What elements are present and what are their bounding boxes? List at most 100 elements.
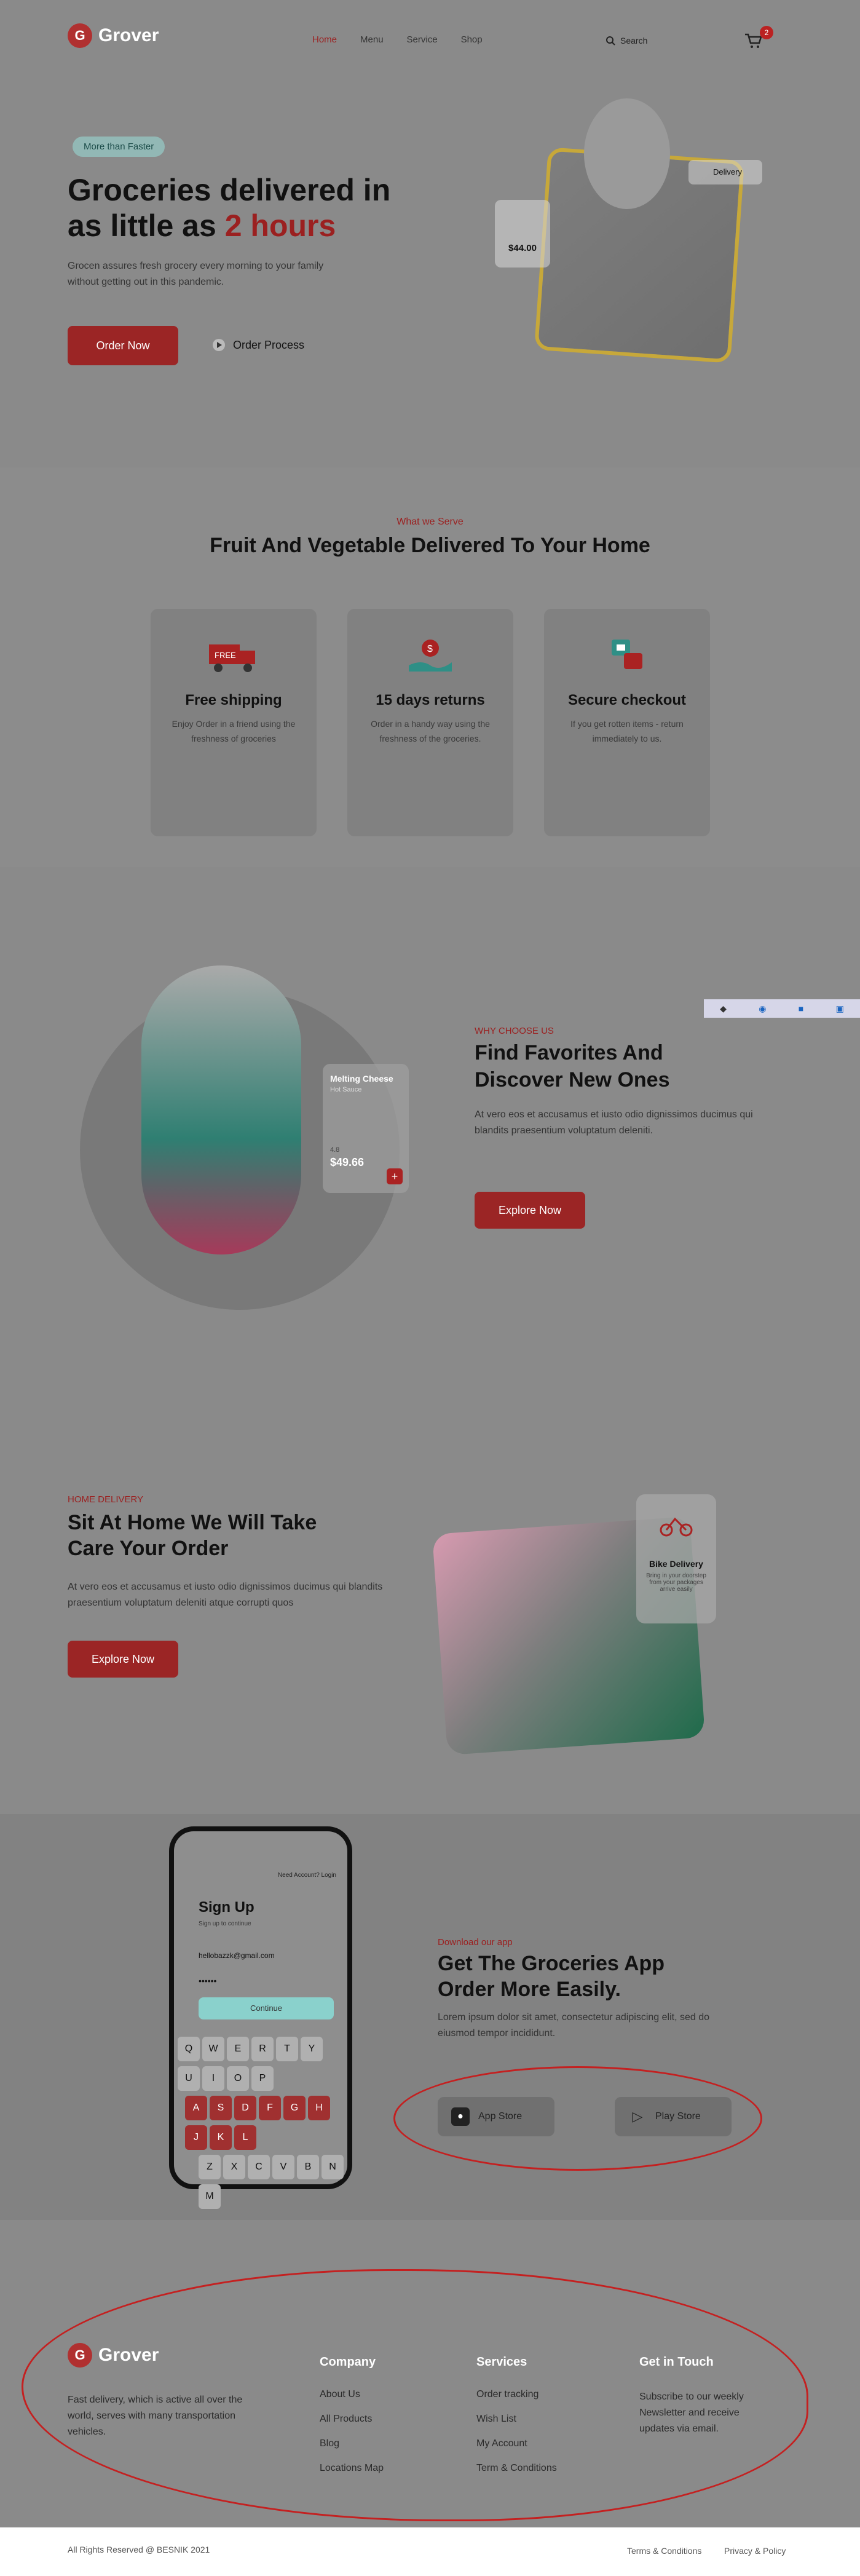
- truck-icon: FREE: [209, 644, 255, 672]
- app-description: Lorem ipsum dolor sit amet, consectetur …: [438, 2012, 709, 2039]
- product-sub: Hot Sauce: [330, 1086, 362, 1093]
- delivery-badge: Delivery: [688, 160, 762, 184]
- service-card-text: If you get rotten items - return immedia…: [570, 719, 684, 743]
- keyboard-key[interactable]: J: [185, 2125, 207, 2150]
- hero-title-line1: Groceries delivered in: [68, 173, 391, 207]
- app-section: Sign Up Need Account? Login Sign up to c…: [0, 1814, 860, 2220]
- keyboard-key[interactable]: A: [185, 2096, 207, 2120]
- keyboard-key[interactable]: T: [276, 2037, 298, 2061]
- nav-service[interactable]: Service: [407, 34, 438, 45]
- lock-icon[interactable]: ■: [799, 1004, 803, 1013]
- phone-subtitle: Sign up to continue: [199, 1920, 251, 1927]
- service-card-text: Enjoy Order in a friend using the freshn…: [172, 719, 296, 743]
- phone-login-link[interactable]: Need Account? Login: [278, 1872, 336, 1879]
- chef-image: [584, 98, 670, 209]
- search-icon: [606, 36, 615, 46]
- home-explore-button[interactable]: Explore Now: [68, 1641, 178, 1678]
- service-card-text: Order in a handy way using the freshness…: [371, 719, 490, 743]
- keyboard-key[interactable]: F: [259, 2096, 281, 2120]
- keyboard-row-1: Q W E R T Y U I O P: [176, 2034, 346, 2093]
- keyboard-key[interactable]: Z: [199, 2155, 221, 2179]
- favorites-title-line2: Discover New Ones: [475, 1068, 670, 1092]
- services-eyebrow: What we Serve: [396, 517, 464, 527]
- order-process-link[interactable]: Order Process: [212, 338, 304, 352]
- secure-checkout-icon: [612, 640, 642, 669]
- keyboard-key[interactable]: B: [297, 2155, 319, 2179]
- keyboard-key[interactable]: K: [210, 2125, 232, 2150]
- money-hand-icon: $: [409, 640, 452, 672]
- nav-home[interactable]: Home: [312, 34, 337, 45]
- service-card-title: 15 days returns: [376, 692, 485, 708]
- keyboard-key[interactable]: G: [283, 2096, 306, 2120]
- keyboard-key[interactable]: N: [322, 2155, 344, 2179]
- search-label: Search: [620, 36, 648, 46]
- favorites-title-line1: Find Favorites And: [475, 1041, 663, 1064]
- app-title-line2: Order More Easily.: [438, 1978, 621, 2001]
- keyboard-key[interactable]: L: [234, 2125, 256, 2150]
- keyboard-row-2: A S D F G H J K L: [176, 2093, 346, 2152]
- keyboard-key[interactable]: X: [223, 2155, 245, 2179]
- hero-title: Groceries delivered in as little as 2 ho…: [68, 172, 449, 244]
- order-now-button[interactable]: Order Now: [68, 326, 178, 365]
- nav-menu[interactable]: Menu: [360, 34, 384, 45]
- phone-email-field[interactable]: hellobazzk@gmail.com: [199, 1951, 275, 1960]
- keyboard-key[interactable]: P: [251, 2066, 274, 2091]
- annotation-circle: [393, 2066, 762, 2171]
- keyboard-key[interactable]: H: [308, 2096, 330, 2120]
- home-title-line1: Sit At Home We Will Take: [68, 1511, 317, 1534]
- play-icon: [213, 339, 225, 351]
- logo-text: Grover: [98, 25, 159, 46]
- product-rating: 4.8: [330, 1146, 340, 1154]
- add-to-cart-button[interactable]: +: [387, 1168, 403, 1184]
- keyboard-key[interactable]: U: [178, 2066, 200, 2091]
- keyboard-key[interactable]: D: [234, 2096, 256, 2120]
- keyboard-key[interactable]: R: [251, 2037, 274, 2061]
- service-card-checkout: Secure checkout If you get rotten items …: [544, 609, 710, 836]
- keyboard-key[interactable]: Q: [178, 2037, 200, 2061]
- footer-bottom-bar: All Rights Reserved @ BESNIK 2021 Terms …: [0, 2527, 860, 2576]
- keyboard-key[interactable]: V: [272, 2155, 294, 2179]
- delivery-badge-label: Delivery: [713, 167, 742, 176]
- favorites-title: Find Favorites And Discover New Ones: [475, 1039, 669, 1093]
- keyboard-key[interactable]: M: [199, 2184, 221, 2209]
- cart-button[interactable]: 2: [744, 26, 773, 53]
- privacy-link[interactable]: Privacy & Policy: [724, 2546, 786, 2556]
- bike-title: Bike Delivery: [649, 1559, 703, 1569]
- eye-icon[interactable]: ◉: [759, 1004, 766, 1014]
- bike-icon: [660, 1517, 693, 1537]
- keyboard-key[interactable]: W: [202, 2037, 224, 2061]
- keyboard-key[interactable]: Y: [301, 2037, 323, 2061]
- keyboard-key[interactable]: I: [202, 2066, 224, 2091]
- keyboard-key[interactable]: C: [248, 2155, 270, 2179]
- phone-keyboard: Q W E R T Y U I O P A S D F G H J K L Z X C V B N M: [176, 2034, 346, 2211]
- keyboard-key[interactable]: E: [227, 2037, 249, 2061]
- search-button[interactable]: Search: [606, 36, 647, 46]
- hero-description: Grocen assures fresh grocery every morni…: [68, 261, 324, 287]
- hero-title-line2: as little as 2 hours: [68, 208, 449, 244]
- nav-shop[interactable]: Shop: [461, 34, 483, 45]
- svg-text:$: $: [427, 644, 433, 654]
- hero-title-prefix: as little as: [68, 208, 225, 243]
- home-title-line2: Care Your Order: [68, 1537, 229, 1560]
- keyboard-key[interactable]: O: [227, 2066, 249, 2091]
- terms-link[interactable]: Terms & Conditions: [627, 2546, 701, 2556]
- home-delivery-section: HOME DELIVERY Sit At Home We Will Take C…: [0, 1384, 860, 1765]
- diamond-icon[interactable]: ◆: [720, 1004, 727, 1014]
- price-value: $44.00: [508, 243, 537, 253]
- app-title: Get The Groceries App Order More Easily.: [438, 1951, 665, 2002]
- phone-continue-button[interactable]: Continue: [199, 1997, 334, 2019]
- services-title: Fruit And Vegetable Delivered To Your Ho…: [210, 534, 650, 557]
- extension-icon[interactable]: ▣: [836, 1004, 844, 1014]
- phone-password-field[interactable]: ••••••: [199, 1976, 216, 1986]
- favorites-explore-button[interactable]: Explore Now: [475, 1192, 585, 1229]
- favorites-description: At vero eos et accusamus et iusto odio d…: [475, 1109, 753, 1136]
- app-eyebrow: Download our app: [438, 1937, 513, 1948]
- favorites-eyebrow: WHY CHOOSE US: [475, 1026, 554, 1036]
- favorites-image: [141, 965, 301, 1254]
- keyboard-key[interactable]: S: [210, 2096, 232, 2120]
- logo[interactable]: G Grover: [68, 23, 159, 48]
- bike-delivery-card: Bike Delivery Bring in your doorstep fro…: [636, 1494, 716, 1623]
- product-card[interactable]: Melting Cheese Hot Sauce 4.8 $49.66 +: [323, 1064, 409, 1193]
- services-section: What we Serve Fruit And Vegetable Delive…: [0, 467, 860, 867]
- service-card-shipping: FREE Free shipping Enjoy Order in a frie…: [151, 609, 317, 836]
